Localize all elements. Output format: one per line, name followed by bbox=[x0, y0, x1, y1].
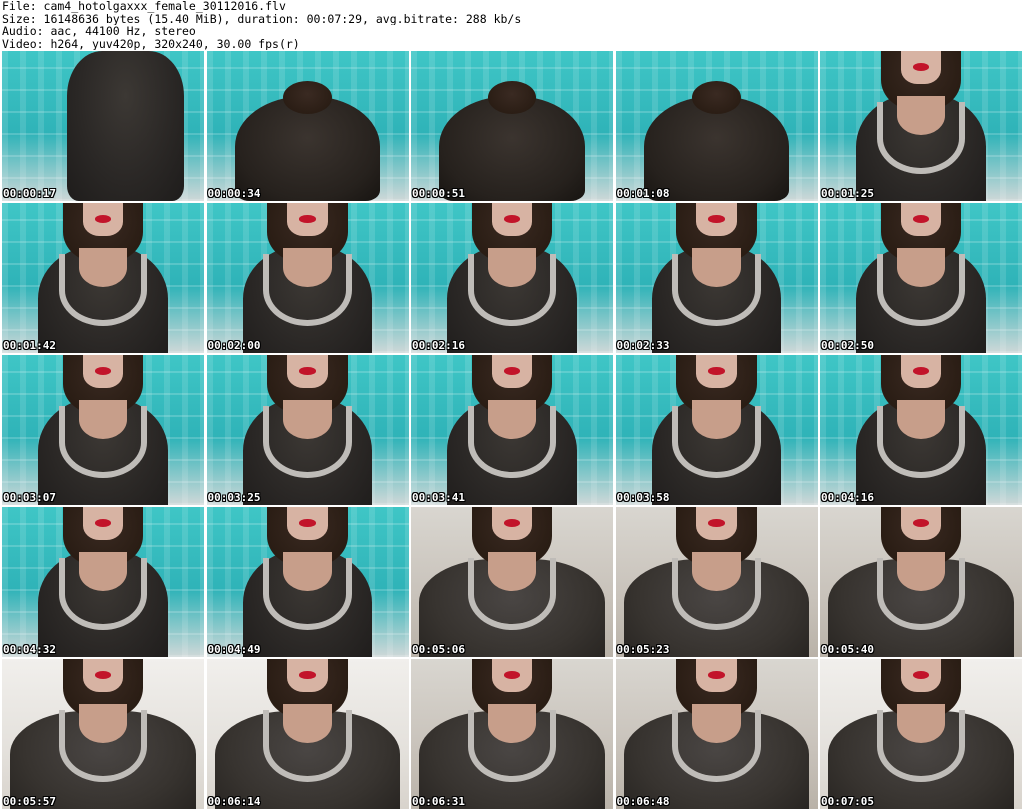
thumbnail-timestamp: 00:00:17 bbox=[3, 187, 56, 200]
file-name-line: File: cam4_hotolgaxxx_female_30112016.fl… bbox=[2, 0, 286, 13]
video-thumbnail: 00:02:33 bbox=[615, 203, 818, 353]
thumbnail-timestamp: 00:03:58 bbox=[616, 491, 670, 504]
thumbnail-grid: 00:00:17 00:00:34 00:00:51 00:01:08 00:01:25… bbox=[2, 51, 1022, 809]
video-thumbnail: 00:06:31 bbox=[411, 659, 613, 809]
thumbnail-timestamp: 00:05:23 bbox=[616, 643, 670, 656]
thumbnail-timestamp: 00:06:14 bbox=[207, 795, 261, 808]
thumbnail-subject bbox=[616, 203, 818, 353]
thumbnail-timestamp: 00:06:48 bbox=[616, 795, 670, 808]
thumbnail-timestamp: 00:06:31 bbox=[412, 795, 465, 808]
video-thumbnail: 00:01:25 bbox=[820, 51, 1022, 201]
thumbnail-subject bbox=[207, 659, 409, 809]
thumbnail-subject bbox=[207, 51, 409, 201]
video-thumbnail: 00:05:06 bbox=[411, 507, 613, 657]
thumbnail-subject bbox=[820, 507, 1022, 657]
thumbnail-subject bbox=[207, 203, 409, 353]
video-thumbnail: 00:02:00 bbox=[206, 203, 409, 353]
thumbnail-subject bbox=[2, 203, 204, 353]
thumbnail-timestamp: 00:01:08 bbox=[616, 187, 670, 200]
thumbnail-timestamp: 00:05:40 bbox=[821, 643, 874, 656]
video-thumbnail: 00:00:51 bbox=[411, 51, 613, 201]
thumbnail-subject bbox=[2, 355, 204, 505]
video-thumbnail: 00:00:34 bbox=[206, 51, 409, 201]
contact-sheet-header: File: cam4_hotolgaxxx_female_30112016.fl… bbox=[2, 0, 1022, 50]
thumbnail-subject bbox=[616, 355, 818, 505]
video-thumbnail: 00:04:32 bbox=[2, 507, 204, 657]
thumbnail-subject bbox=[820, 203, 1022, 353]
thumbnail-subject bbox=[820, 659, 1022, 809]
thumbnail-timestamp: 00:02:50 bbox=[821, 339, 874, 352]
thumbnail-timestamp: 00:02:33 bbox=[616, 339, 670, 352]
thumbnail-timestamp: 00:07:05 bbox=[821, 795, 874, 808]
video-thumbnail: 00:06:48 bbox=[615, 659, 818, 809]
thumbnail-timestamp: 00:03:41 bbox=[412, 491, 465, 504]
thumbnail-subject bbox=[411, 507, 613, 657]
thumbnail-subject bbox=[207, 507, 409, 657]
thumbnail-subject bbox=[411, 51, 613, 201]
thumbnail-timestamp: 00:02:16 bbox=[412, 339, 465, 352]
video-thumbnail: 00:07:05 bbox=[820, 659, 1022, 809]
thumbnail-timestamp: 00:05:06 bbox=[412, 643, 465, 656]
video-thumbnail: 00:05:23 bbox=[615, 507, 818, 657]
video-thumbnail: 00:02:50 bbox=[820, 203, 1022, 353]
thumbnail-subject bbox=[616, 659, 818, 809]
size-duration-line: Size: 16148636 bytes (15.40 MiB), durati… bbox=[2, 12, 522, 25]
video-thumbnail: 00:03:41 bbox=[411, 355, 613, 505]
thumbnail-timestamp: 00:04:16 bbox=[821, 491, 874, 504]
thumbnail-subject bbox=[616, 51, 818, 201]
video-thumbnail: 00:03:07 bbox=[2, 355, 204, 505]
thumbnail-subject bbox=[411, 659, 613, 809]
thumbnail-subject bbox=[2, 51, 204, 201]
video-thumbnail: 00:06:14 bbox=[206, 659, 409, 809]
thumbnail-timestamp: 00:03:25 bbox=[207, 491, 261, 504]
thumbnail-subject bbox=[411, 355, 613, 505]
thumbnail-timestamp: 00:00:34 bbox=[207, 187, 261, 200]
thumbnail-timestamp: 00:01:42 bbox=[3, 339, 56, 352]
thumbnail-timestamp: 00:05:57 bbox=[3, 795, 56, 808]
video-thumbnail: 00:05:57 bbox=[2, 659, 204, 809]
thumbnail-timestamp: 00:04:49 bbox=[207, 643, 261, 656]
video-thumbnail: 00:03:25 bbox=[206, 355, 409, 505]
video-thumbnail: 00:04:16 bbox=[820, 355, 1022, 505]
video-thumbnail: 00:04:49 bbox=[206, 507, 409, 657]
video-thumbnail: 00:01:42 bbox=[2, 203, 204, 353]
video-thumbnail: 00:01:08 bbox=[615, 51, 818, 201]
thumbnail-timestamp: 00:02:00 bbox=[207, 339, 261, 352]
thumbnail-timestamp: 00:00:51 bbox=[412, 187, 465, 200]
video-thumbnail: 00:02:16 bbox=[411, 203, 613, 353]
thumbnail-subject bbox=[2, 659, 204, 809]
thumbnail-timestamp: 00:04:32 bbox=[3, 643, 56, 656]
thumbnail-subject bbox=[2, 507, 204, 657]
video-thumbnail: 00:03:58 bbox=[615, 355, 818, 505]
thumbnail-subject bbox=[820, 51, 1022, 201]
thumbnail-subject bbox=[616, 507, 818, 657]
thumbnail-subject bbox=[207, 355, 409, 505]
thumbnail-timestamp: 00:01:25 bbox=[821, 187, 874, 200]
thumbnail-subject bbox=[411, 203, 613, 353]
thumbnail-subject bbox=[820, 355, 1022, 505]
thumbnail-timestamp: 00:03:07 bbox=[3, 491, 56, 504]
video-thumbnail: 00:00:17 bbox=[2, 51, 204, 201]
audio-info-line: Audio: aac, 44100 Hz, stereo bbox=[2, 25, 196, 38]
video-info-line: Video: h264, yuv420p, 320x240, 30.00 fps… bbox=[2, 37, 300, 50]
video-thumbnail: 00:05:40 bbox=[820, 507, 1022, 657]
